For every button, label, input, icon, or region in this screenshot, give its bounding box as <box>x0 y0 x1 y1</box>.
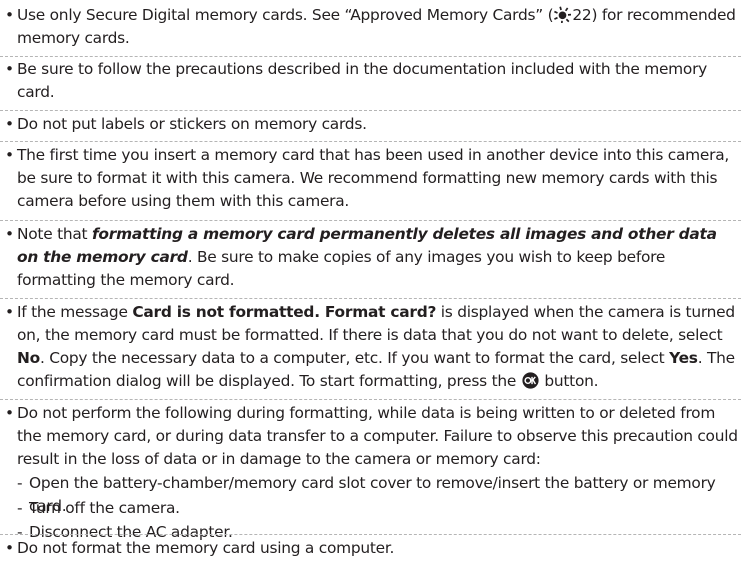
option-yes: Yes <box>669 349 698 367</box>
dash: - <box>17 499 23 517</box>
divider <box>0 298 741 299</box>
message-text: Card is not formatted. Format card? <box>132 303 437 321</box>
reference-sun-icon <box>554 6 572 23</box>
divider <box>0 56 741 57</box>
list-item-text: The first time you insert a memory card … <box>17 146 730 210</box>
list-item: • Do not format the memory card using a … <box>0 537 741 560</box>
bullet: • <box>5 115 14 133</box>
ok-button-icon <box>522 372 539 389</box>
divider <box>0 534 741 535</box>
bullet: • <box>5 60 14 78</box>
divider <box>0 110 741 111</box>
bullet: • <box>5 225 14 243</box>
list-item: • If the message Card is not formatted. … <box>0 301 741 393</box>
list-item: • The first time you insert a memory car… <box>0 144 741 213</box>
list-item: • Be sure to follow the precautions desc… <box>0 58 741 104</box>
bullet: • <box>5 539 14 557</box>
sub-list-item-text: Turn off the camera. <box>29 499 180 517</box>
option-no: No <box>17 349 40 367</box>
list-item-text: Note that formatting a memory card perma… <box>17 225 717 289</box>
list-item: • Use only Secure Digital memory cards. … <box>0 4 741 50</box>
list-item: • Do not put labels or stickers on memor… <box>0 113 741 136</box>
list-item-text: Do not put labels or stickers on memory … <box>17 115 367 133</box>
list-item-text: Be sure to follow the precautions descri… <box>17 60 708 101</box>
bullet: • <box>5 6 14 24</box>
document-page: • Use only Secure Digital memory cards. … <box>0 0 745 561</box>
list-item-text: Do not format the memory card using a co… <box>17 539 395 557</box>
bullet: • <box>5 303 14 321</box>
bullet: • <box>5 404 14 422</box>
divider <box>0 141 741 142</box>
sub-list-item: - Turn off the camera. <box>0 497 741 520</box>
list-item-text: Use only Secure Digital memory cards. Se… <box>17 6 736 47</box>
list-item-text: If the message Card is not formatted. Fo… <box>17 303 735 390</box>
dash: - <box>17 474 23 492</box>
list-item: • Do not perform the following during fo… <box>0 402 741 471</box>
list-item: • Note that formatting a memory card per… <box>0 223 741 292</box>
list-item-text: Do not perform the following during form… <box>17 404 738 468</box>
divider <box>0 399 741 400</box>
bullet: • <box>5 146 14 164</box>
divider <box>0 220 741 221</box>
